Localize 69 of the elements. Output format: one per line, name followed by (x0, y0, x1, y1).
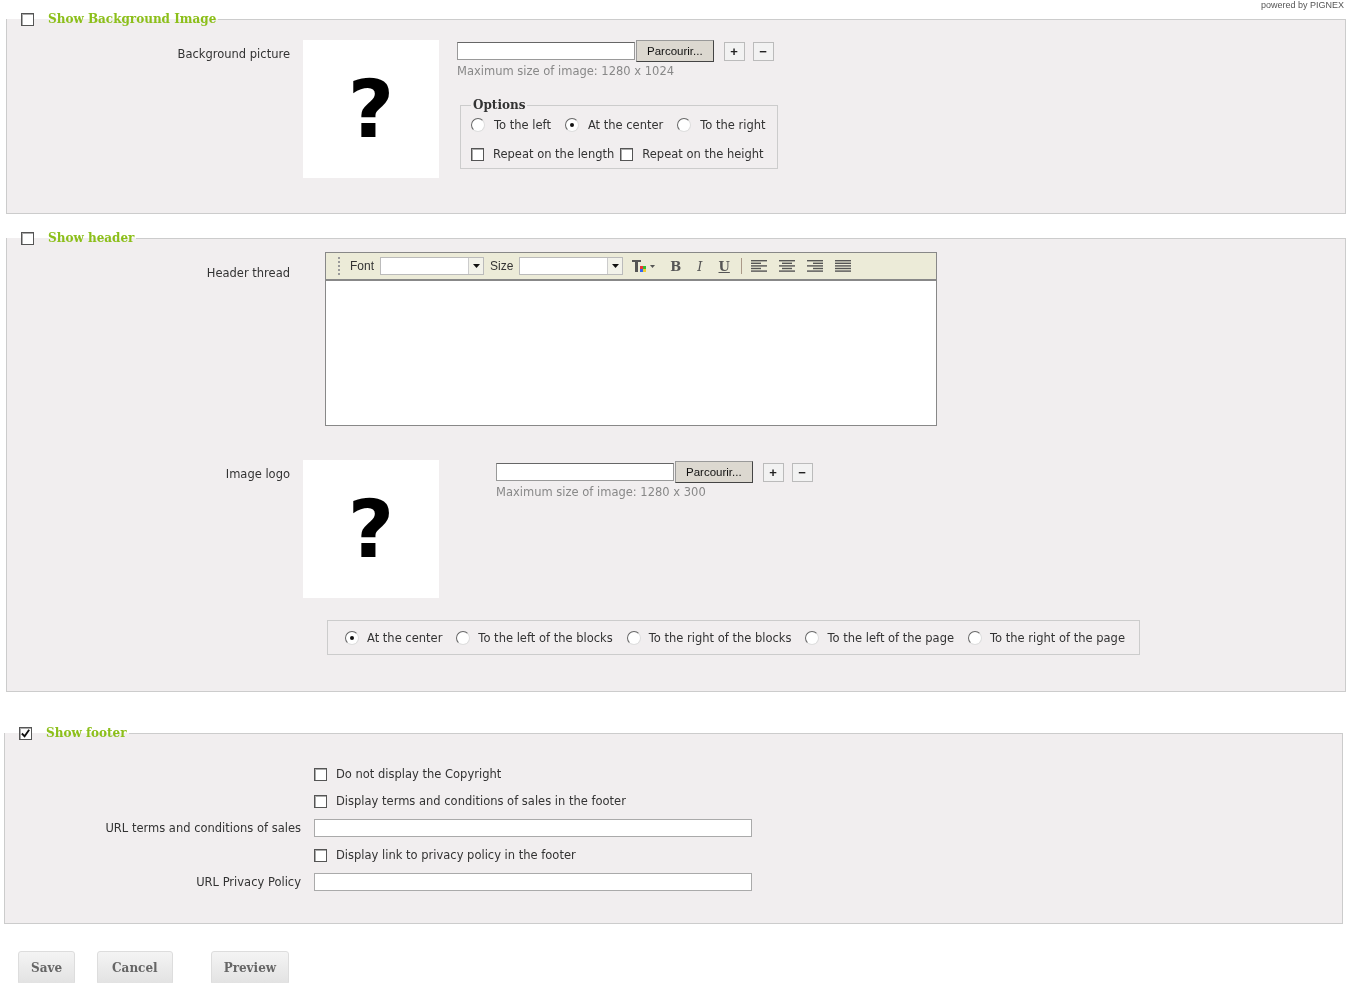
radio-button[interactable] (471, 118, 485, 132)
checkbox[interactable] (19, 726, 32, 740)
dropdown-arrow-icon (611, 264, 619, 268)
radio-button[interactable] (968, 630, 983, 645)
option-label: To the left of the page (827, 630, 955, 645)
checkbox[interactable] (314, 794, 327, 808)
bold-button[interactable]: B (665, 258, 687, 274)
option-label: Repeat on the length (493, 147, 615, 161)
question-mark: ? (347, 62, 395, 156)
option-label: To the right (700, 118, 766, 132)
section-title: Show header (48, 231, 135, 245)
section-title: Show Background Image (48, 12, 217, 26)
toolbar-label: Font (350, 259, 374, 273)
preview-button[interactable]: Preview (210, 951, 290, 983)
url-field[interactable] (314, 819, 752, 837)
url-field[interactable] (314, 873, 752, 891)
field-label: URL Privacy Policy (195, 875, 301, 889)
option-label: Display link to privacy policy in the footer (336, 848, 576, 862)
size-hint: Maximum size of image: 1280 x 1024 (457, 64, 675, 78)
save-button[interactable]: Save (18, 951, 76, 983)
add-button[interactable]: + (723, 41, 745, 61)
field-label: Background picture (176, 46, 291, 61)
dropdown-arrow-icon (472, 264, 480, 268)
option-label: Repeat on the height (642, 147, 764, 161)
align-right-icon[interactable] (805, 259, 824, 273)
option-label: To the left of the blocks (478, 630, 613, 645)
field-label: Image logo (224, 466, 291, 481)
section-title: Show footer (46, 726, 127, 740)
radio-button[interactable] (456, 630, 471, 645)
cancel-button[interactable]: Cancel (97, 951, 173, 983)
radio-button[interactable] (345, 630, 359, 645)
checkbox[interactable] (620, 147, 634, 161)
checkbox[interactable] (21, 231, 34, 245)
field-label: Header thread (205, 265, 291, 280)
option-label: To the right of the blocks (648, 630, 792, 645)
browse-button[interactable]: Parcourir... (675, 461, 753, 483)
text-color-icon[interactable] (631, 258, 658, 274)
radio-button[interactable] (564, 118, 579, 132)
checkbox[interactable] (21, 12, 34, 26)
size-hint: Maximum size of image: 1280 x 300 (496, 485, 707, 499)
remove-button[interactable]: − (791, 462, 813, 482)
checkbox[interactable] (314, 767, 327, 781)
align-left-icon[interactable] (749, 259, 768, 273)
file-path-field[interactable] (496, 463, 674, 481)
checkbox[interactable] (471, 147, 484, 161)
checkbox[interactable] (314, 848, 327, 862)
option-label: Do not display the Copyright (336, 767, 502, 781)
rich-text-editor[interactable]: Font Size B I U (325, 252, 937, 426)
radio-button[interactable] (626, 630, 641, 645)
option-label: Display terms and conditions of sales in the footer (336, 794, 626, 808)
add-button[interactable]: + (762, 462, 784, 482)
remove-button[interactable]: − (752, 41, 774, 61)
justify-icon[interactable] (833, 259, 852, 273)
option-label: To the left (494, 118, 551, 132)
toolbar-label: Size (490, 259, 514, 273)
question-mark: ? (347, 482, 395, 576)
options-legend: Options (471, 98, 528, 112)
option-label: To the right of the page (990, 630, 1125, 645)
underline-button[interactable]: U (713, 258, 735, 274)
browse-button[interactable]: Parcourir... (636, 40, 714, 62)
align-center-icon[interactable] (777, 259, 796, 273)
radio-button[interactable] (805, 630, 820, 645)
field-label: URL terms and conditions of sales (104, 821, 301, 835)
italic-button[interactable]: I (692, 258, 708, 274)
option-label: At the center (367, 630, 443, 645)
radio-button[interactable] (677, 118, 692, 132)
option-label: At the center (587, 118, 664, 132)
powered-by-text: powered by PIGNEX (1260, 0, 1344, 10)
file-path-field[interactable] (457, 42, 635, 60)
